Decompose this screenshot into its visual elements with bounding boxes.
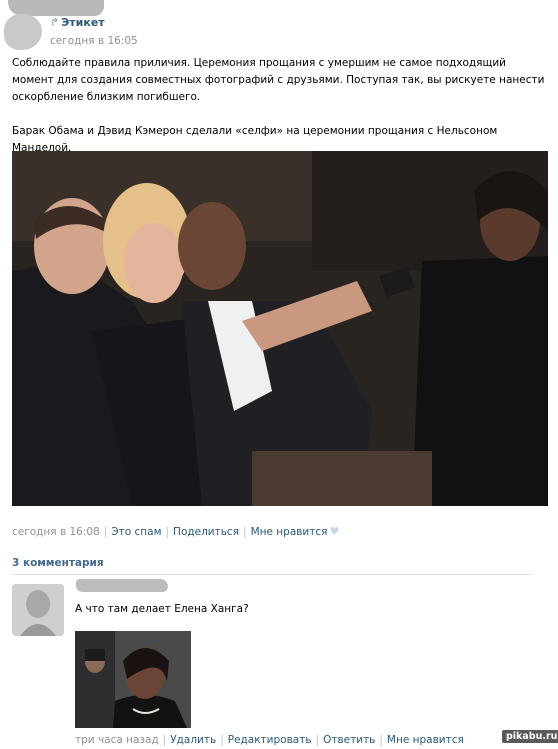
divider: | [220, 734, 224, 746]
post-author[interactable]: ↱ Этикет [50, 16, 105, 29]
post-author-name[interactable]: Этикет [61, 16, 104, 29]
comment-like-link[interactable]: Мне нравится [387, 734, 464, 746]
comment-meta: три часа назад | Удалить | Редактировать | Отв… [75, 734, 464, 746]
share-link[interactable]: Поделиться [173, 526, 239, 538]
post-text: Соблюдайте правила приличия. Церемония п… [12, 55, 547, 157]
divider: | [103, 526, 108, 538]
delete-link[interactable]: Удалить [170, 734, 216, 746]
post-photo[interactable] [12, 151, 548, 506]
divider: | [162, 734, 167, 746]
comment-photo[interactable] [75, 631, 191, 728]
post-meta-time[interactable]: сегодня в 16:08 [12, 526, 100, 538]
comment-time[interactable]: три часа назад [75, 734, 159, 746]
divider: | [379, 734, 383, 746]
redacted-commenter-name [76, 579, 168, 592]
post-text-paragraph: Соблюдайте правила приличия. Церемония п… [12, 57, 545, 103]
comments-divider [12, 574, 533, 575]
edit-link[interactable]: Редактировать [228, 734, 312, 746]
comments-count[interactable]: 3 комментария [12, 557, 104, 569]
reply-link[interactable]: Ответить [323, 734, 375, 746]
redacted-avatar [4, 14, 42, 50]
watermark: pikabu.ru [502, 730, 558, 743]
comment-avatar[interactable] [12, 584, 64, 636]
divider: | [315, 734, 320, 746]
like-link[interactable]: Мне нравится [251, 526, 328, 538]
post-time[interactable]: сегодня в 16:05 [50, 35, 138, 47]
post-meta: сегодня в 16:08 | Это спам | Поделиться | Мне … [12, 525, 339, 538]
repost-arrow-icon: ↱ [50, 16, 60, 29]
divider: | [165, 526, 170, 538]
divider: | [243, 526, 247, 538]
heart-icon[interactable]: ♥ [329, 525, 339, 538]
comment-text: А что там делает Елена Ханга? [75, 603, 249, 615]
spam-link[interactable]: Это спам [111, 526, 161, 538]
